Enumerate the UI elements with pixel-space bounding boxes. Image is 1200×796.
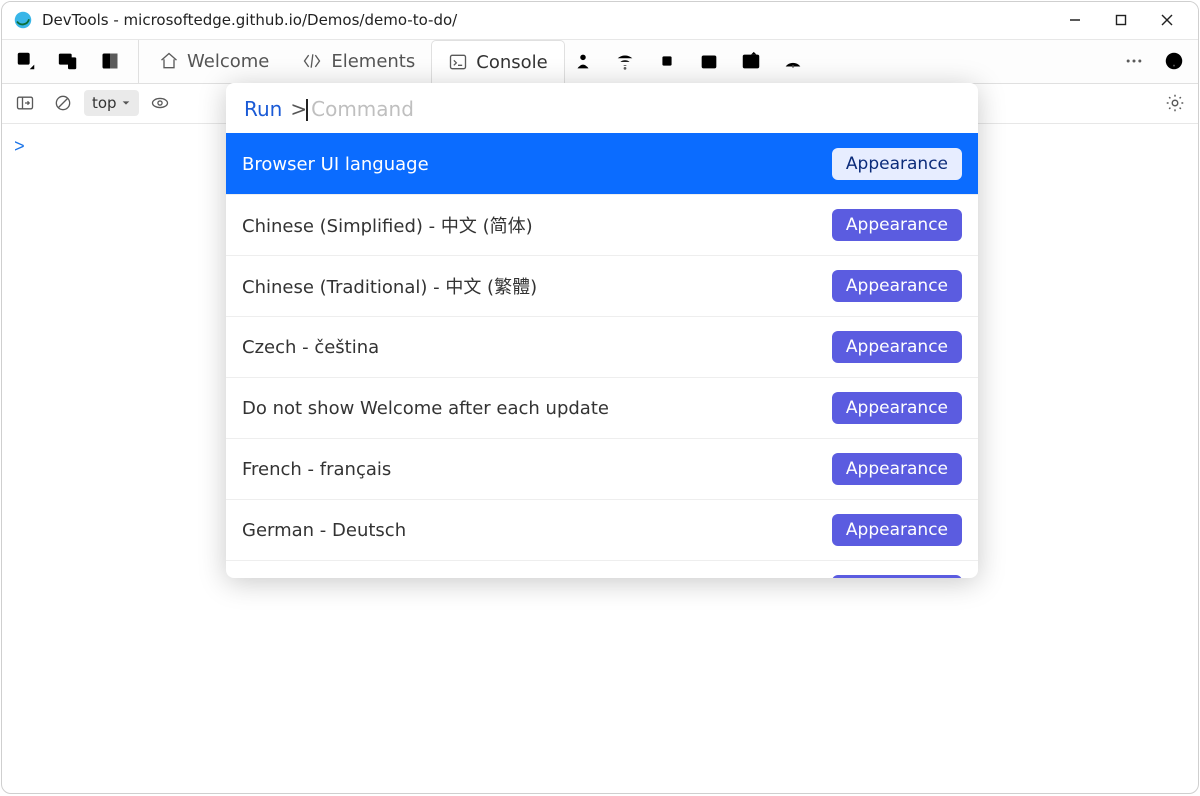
titlebar: DevTools - microsoftedge.github.io/Demos…: [2, 2, 1198, 40]
device-emulation-icon[interactable]: [50, 43, 86, 79]
console-icon: [448, 52, 468, 72]
command-item-category-badge: Appearance: [832, 514, 962, 546]
devtools-app-icon: [14, 11, 32, 29]
command-placeholder: Command: [311, 97, 414, 121]
command-menu: Run > Command Browser UI language Appeara…: [226, 83, 978, 578]
command-item[interactable]: Czech - čeština Appearance: [226, 316, 978, 377]
command-list[interactable]: Browser UI languageAppearanceChinese (Si…: [226, 133, 978, 578]
main-tabstrip: Welcome Elements Console: [2, 40, 1198, 84]
tab-welcome[interactable]: Welcome: [143, 40, 285, 83]
run-label: Run: [244, 97, 282, 121]
command-item-category-badge: Appearance: [832, 331, 962, 363]
command-item-label: Chinese (Simplified) - 中文 (简体): [242, 212, 533, 238]
command-item[interactable]: Chinese (Simplified) - 中文 (简体) Appearance: [226, 194, 978, 255]
performance-icon[interactable]: [649, 43, 685, 79]
command-item[interactable]: Italian - italianoAppearance: [226, 560, 978, 578]
console-settings-icon[interactable]: [1158, 88, 1192, 118]
live-expression-icon[interactable]: [143, 88, 177, 118]
run-chevron: >: [290, 97, 307, 121]
close-button[interactable]: [1144, 5, 1190, 35]
command-item-label: Chinese (Traditional) - 中文 (繁體): [242, 273, 537, 299]
context-selector[interactable]: top: [84, 90, 139, 116]
command-item-label: French - français: [242, 459, 391, 480]
memory-icon[interactable]: [691, 43, 727, 79]
home-icon: [159, 51, 179, 71]
tab-label: Elements: [331, 51, 415, 72]
command-item-category-badge: Appearance: [832, 148, 962, 180]
elements-icon: [301, 51, 323, 71]
application-icon[interactable]: [733, 43, 769, 79]
add-tab-button[interactable]: [817, 43, 853, 79]
tab-label: Welcome: [187, 51, 269, 72]
command-item-category-badge: Appearance: [832, 392, 962, 424]
command-item-category-badge: Appearance: [832, 453, 962, 485]
command-item[interactable]: Browser UI language Appearance: [226, 133, 978, 194]
text-cursor: [306, 99, 308, 121]
help-icon[interactable]: [1156, 43, 1192, 79]
context-value: top: [92, 94, 117, 112]
lighthouse-icon[interactable]: [775, 43, 811, 79]
command-item-category-badge: Appearance: [832, 270, 962, 302]
toggle-sidebar-icon[interactable]: [8, 88, 42, 118]
maximize-button[interactable]: [1098, 5, 1144, 35]
tab-elements[interactable]: Elements: [285, 40, 431, 83]
command-item-label: Do not show Welcome after each update: [242, 398, 609, 419]
dock-side-icon[interactable]: [92, 43, 128, 79]
command-menu-header: Run > Command: [226, 83, 978, 133]
inspect-element-icon[interactable]: [8, 43, 44, 79]
console-prompt: >: [14, 138, 25, 158]
command-item-label: Browser UI language: [242, 154, 429, 175]
command-item[interactable]: German - Deutsch Appearance: [226, 499, 978, 560]
more-options-icon[interactable]: [1116, 43, 1152, 79]
command-item-category-badge: Appearance: [832, 209, 962, 241]
command-item[interactable]: French - français Appearance: [226, 438, 978, 499]
command-input[interactable]: Command: [311, 97, 414, 121]
network-icon[interactable]: [607, 43, 643, 79]
tab-console[interactable]: Console: [431, 40, 564, 84]
chevron-down-icon: [121, 98, 131, 108]
command-item-label: German - Deutsch: [242, 520, 406, 541]
window-title: DevTools - microsoftedge.github.io/Demos…: [42, 11, 1052, 29]
command-item-label: Czech - čeština: [242, 337, 379, 358]
command-item-category-badge: Appearance: [832, 575, 962, 578]
sources-icon[interactable]: [565, 43, 601, 79]
minimize-button[interactable]: [1052, 5, 1098, 35]
window-controls: [1052, 5, 1190, 35]
tab-label: Console: [476, 52, 547, 73]
command-item[interactable]: Do not show Welcome after each update App…: [226, 377, 978, 438]
clear-console-icon[interactable]: [46, 88, 80, 118]
command-item[interactable]: Chinese (Traditional) - 中文 (繁體) Appearanc…: [226, 255, 978, 316]
